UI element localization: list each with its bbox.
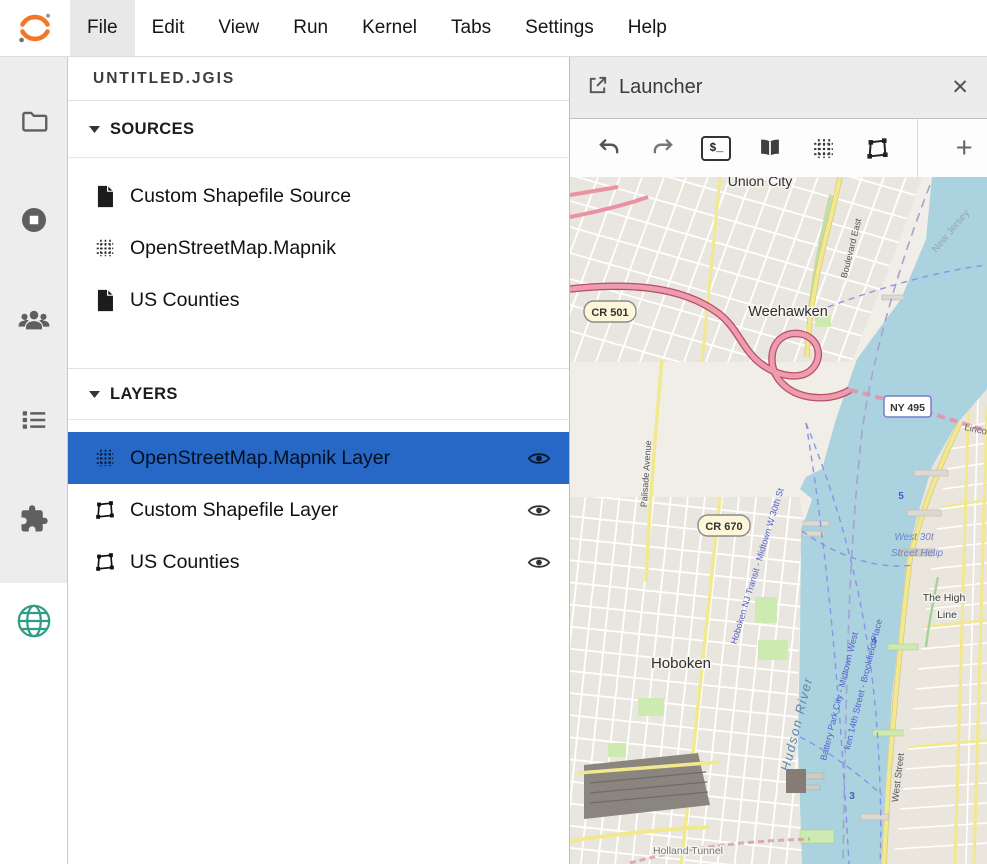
jgis-toolbar: $_ + (570, 119, 987, 177)
svg-text:4: 4 (871, 636, 877, 647)
menu-bar: File Edit View Run Kernel Tabs Settings … (0, 0, 987, 57)
new-raster-layer-button[interactable] (809, 133, 839, 163)
chevron-down-icon (89, 125, 100, 133)
shield-cr670: CR 670 (698, 515, 750, 536)
table-of-contents-icon[interactable] (14, 400, 54, 440)
jgis-panel: UNTITLED.JGIS SOURCES Custom Shapefile S… (68, 57, 570, 864)
layer-label: Custom Shapefile Layer (130, 499, 512, 522)
source-label: Custom Shapefile Source (130, 185, 553, 208)
svg-text:CR 670: CR 670 (705, 521, 742, 533)
menu-run[interactable]: Run (276, 0, 345, 56)
svg-text:5: 5 (898, 491, 904, 502)
layers-section-header[interactable]: LAYERS (68, 368, 569, 420)
close-icon[interactable]: ✕ (945, 73, 975, 102)
add-button[interactable]: + (942, 119, 987, 177)
running-kernels-icon[interactable] (14, 200, 54, 240)
source-label: OpenStreetMap.Mapnik (130, 237, 553, 260)
identify-map-button[interactable] (755, 133, 785, 163)
layer-label: OpenStreetMap.Mapnik Layer (130, 447, 512, 470)
new-vector-layer-button[interactable] (863, 133, 893, 163)
activity-bar (0, 57, 68, 864)
menu-file[interactable]: File (70, 0, 135, 56)
menu-edit[interactable]: Edit (135, 0, 202, 56)
raster-grid-icon (811, 136, 836, 161)
tab-launcher[interactable]: Launcher (619, 76, 702, 99)
svg-text:Weehawken: Weehawken (748, 304, 828, 320)
svg-text:3: 3 (849, 791, 855, 802)
undo-button[interactable] (594, 133, 624, 163)
layer-item-openstreetmap[interactable]: OpenStreetMap.Mapnik Layer (68, 432, 569, 484)
map-canvas[interactable]: CR 501 CR 670 NY 495 Union City Weehawke… (570, 177, 987, 864)
sources-section-header[interactable]: SOURCES (68, 101, 569, 158)
svg-text:Hoboken: Hoboken (651, 655, 711, 672)
sources-header-label: SOURCES (110, 120, 194, 139)
svg-text:CR 501: CR 501 (591, 307, 628, 319)
vector-polygon-icon (93, 551, 117, 573)
raster-grid-icon (93, 237, 117, 259)
layers-header-label: LAYERS (110, 385, 178, 404)
document-title: UNTITLED.JGIS (68, 57, 569, 101)
source-item-custom-shapefile[interactable]: Custom Shapefile Source (68, 170, 569, 222)
svg-text:Street Helip: Street Helip (891, 548, 944, 559)
layer-label: US Counties (130, 551, 512, 574)
external-link-icon (586, 74, 609, 102)
console-button[interactable]: $_ (701, 133, 731, 163)
svg-text:Holland Tunnel: Holland Tunnel (653, 845, 723, 857)
file-browser-icon[interactable] (14, 101, 54, 141)
toolbar-separator (917, 119, 918, 177)
raster-grid-icon (93, 447, 117, 469)
file-icon (93, 185, 117, 208)
visibility-eye-icon[interactable] (525, 496, 553, 524)
open-book-icon (756, 135, 784, 161)
menu-help[interactable]: Help (611, 0, 684, 56)
shield-cr501: CR 501 (584, 301, 636, 322)
svg-text:West 30t: West 30t (894, 532, 934, 543)
menu-view[interactable]: View (201, 0, 276, 56)
menu-kernel[interactable]: Kernel (345, 0, 434, 56)
menu-settings[interactable]: Settings (508, 0, 611, 56)
layer-item-us-counties[interactable]: US Counties (68, 536, 569, 588)
svg-text:NY 495: NY 495 (890, 402, 925, 414)
menu-tabs[interactable]: Tabs (434, 0, 508, 56)
tab-bar: Launcher ✕ (570, 57, 987, 119)
visibility-eye-icon[interactable] (525, 548, 553, 576)
extensions-icon[interactable] (14, 499, 54, 539)
source-item-openstreetmap[interactable]: OpenStreetMap.Mapnik (68, 222, 569, 274)
jupyter-logo-icon (0, 0, 70, 56)
shield-ny495: NY 495 (884, 396, 931, 417)
chevron-down-icon (89, 390, 100, 398)
redo-button[interactable] (648, 133, 678, 163)
main-dock-panel: Launcher ✕ $_ + (570, 57, 987, 864)
sources-list: Custom Shapefile Source OpenStreetMap.Ma… (68, 158, 569, 334)
layer-item-custom-shapefile[interactable]: Custom Shapefile Layer (68, 484, 569, 536)
svg-text:Union City: Union City (728, 177, 793, 189)
svg-text:The High: The High (923, 592, 966, 604)
map-viewport[interactable]: CR 501 CR 670 NY 495 Union City Weehawke… (570, 177, 987, 864)
vector-polygon-icon (93, 499, 117, 521)
jupytergis-globe-icon[interactable] (14, 601, 54, 641)
layers-list: OpenStreetMap.Mapnik Layer Custom Shapef… (68, 420, 569, 596)
source-label: US Counties (130, 289, 553, 312)
source-item-us-counties[interactable]: US Counties (68, 274, 569, 326)
vector-polygon-icon (865, 136, 890, 161)
file-icon (93, 289, 117, 312)
terminal-icon: $_ (701, 136, 731, 161)
svg-text:Line: Line (937, 609, 957, 621)
collaborators-icon[interactable] (14, 300, 54, 340)
visibility-eye-icon[interactable] (525, 444, 553, 472)
